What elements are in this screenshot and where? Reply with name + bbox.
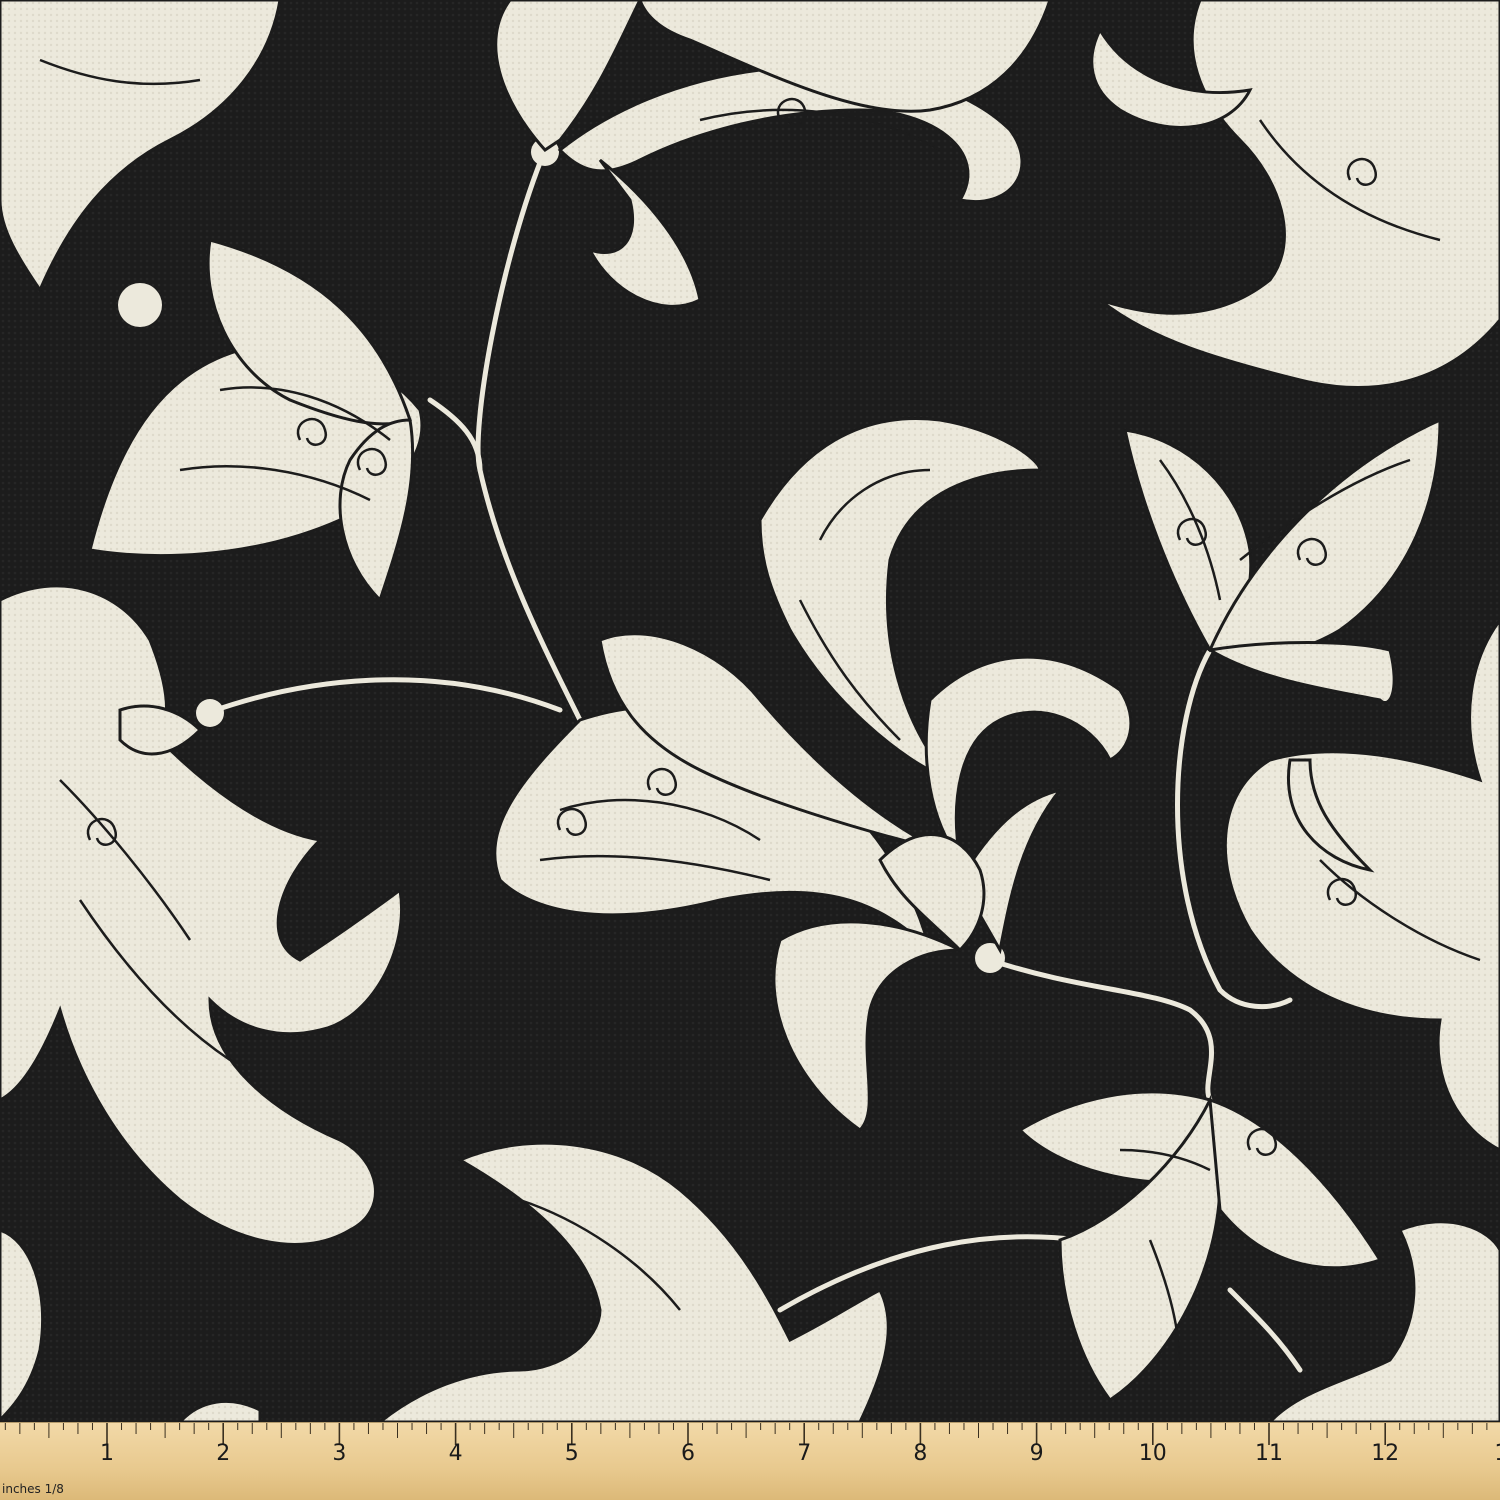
ruler-number: 3 xyxy=(332,1441,347,1466)
ruler-number: 7 xyxy=(797,1441,812,1466)
ruler-number: 11 xyxy=(1255,1441,1283,1466)
ruler-number: 1 xyxy=(100,1441,114,1466)
ruler-unit-text: inches xyxy=(2,1482,41,1496)
product-photo: 1234567891011121 inches 1/8 xyxy=(0,0,1500,1500)
ruler-number: 5 xyxy=(564,1441,579,1466)
fabric-swatch xyxy=(0,0,1500,1422)
ruler-number: 10 xyxy=(1138,1441,1167,1466)
measuring-ruler: 1234567891011121 inches 1/8 xyxy=(0,1422,1500,1500)
ruler-number: 4 xyxy=(448,1441,463,1466)
ruler-number: 2 xyxy=(216,1441,231,1466)
ruler-fraction-text: 1/8 xyxy=(44,1482,64,1496)
ruler-number: 12 xyxy=(1371,1441,1400,1466)
floral-pattern xyxy=(0,0,1500,1422)
ruler-number: 1 xyxy=(1494,1441,1500,1466)
ruler-number: 6 xyxy=(681,1441,695,1466)
ruler-unit-label: inches 1/8 xyxy=(2,1482,64,1496)
ruler-number: 8 xyxy=(913,1441,928,1466)
ruler-number: 9 xyxy=(1029,1441,1044,1466)
